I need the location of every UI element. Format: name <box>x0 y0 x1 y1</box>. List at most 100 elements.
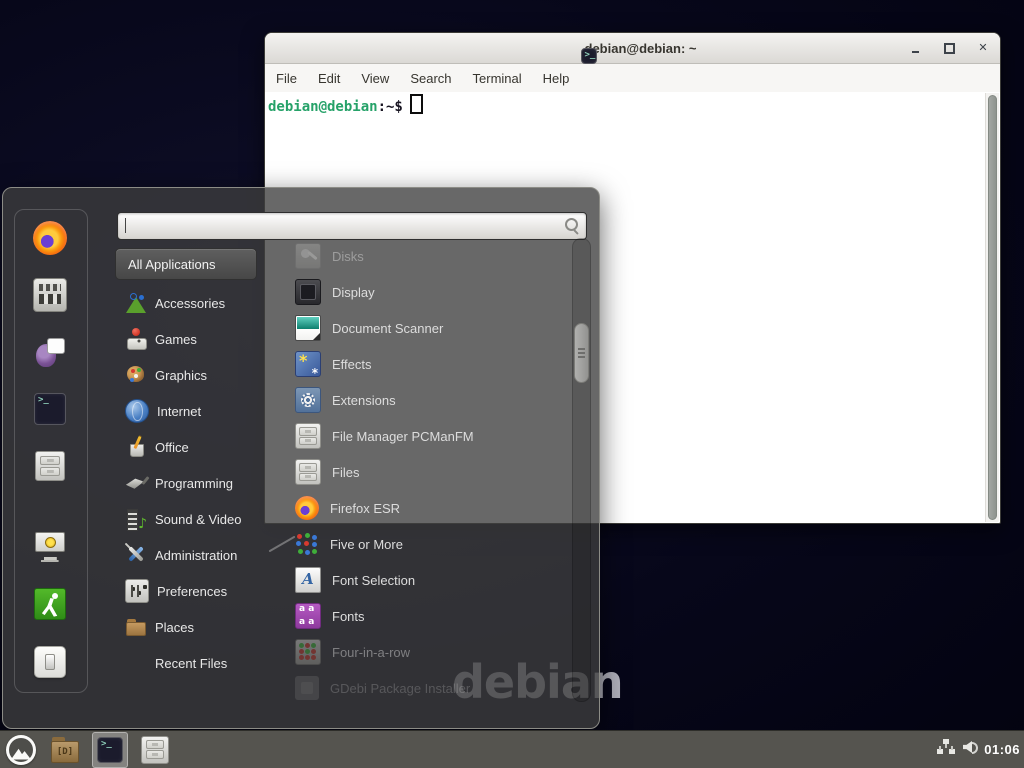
terminal-menu-edit[interactable]: Edit <box>318 71 340 86</box>
terminal-scrollbar-thumb[interactable] <box>988 95 997 520</box>
menu-category-all-applications[interactable]: All Applications <box>115 248 257 280</box>
cabinet-icon <box>295 459 321 485</box>
terminal-scrollbar[interactable] <box>985 93 999 522</box>
doc-scanner-icon <box>295 315 321 341</box>
extensions-icon <box>295 387 321 413</box>
keys-icon <box>33 278 67 312</box>
menu-category-office[interactable]: Office <box>115 429 277 465</box>
favorite-firefox-button[interactable] <box>32 220 68 256</box>
menu-search-input[interactable] <box>124 215 560 237</box>
menu-app-effects[interactable]: Effects <box>283 346 561 382</box>
application-label: Firefox ESR <box>330 501 400 516</box>
menu-app-fonts[interactable]: Fonts <box>283 598 561 634</box>
internet-icon <box>125 399 149 423</box>
application-label: Fonts <box>332 609 365 624</box>
menu-app-files[interactable]: Files <box>283 454 561 490</box>
graphics-icon <box>125 364 147 386</box>
tray-network-button[interactable] <box>937 739 955 760</box>
lock-screen-icon <box>34 530 66 562</box>
terminal-menu-search[interactable]: Search <box>410 71 451 86</box>
session-lock-screen-button[interactable] <box>32 528 68 564</box>
favorite-pidgin-button[interactable] <box>32 334 68 370</box>
taskbar-files-button[interactable] <box>138 733 172 767</box>
minimize-button[interactable] <box>908 40 922 56</box>
terminal-menubar: File Edit View Search Terminal Help <box>265 64 1000 92</box>
terminal-window-icon <box>581 48 597 64</box>
terminal-menu-file[interactable]: File <box>276 71 297 86</box>
cabinet-icon <box>141 736 169 764</box>
category-label: Games <box>155 332 197 347</box>
menu-category-games[interactable]: Games <box>115 321 277 357</box>
terminal-title: debian@debian: ~ <box>585 41 697 56</box>
tray-volume-button[interactable] <box>963 739 980 760</box>
disks-icon <box>295 243 321 269</box>
terminal-titlebar[interactable]: debian@debian: ~ ✕ <box>265 33 1000 64</box>
application-label: File Manager PCManFM <box>332 429 474 444</box>
menu-app-document-scanner[interactable]: Document Scanner <box>283 310 561 346</box>
terminal-dark-icon <box>34 393 66 425</box>
taskbar-menu-button[interactable] <box>4 733 38 767</box>
menu-app-gdebi-package-installer[interactable]: GDebi Package Installer <box>283 670 561 706</box>
menu-scrollbar-thumb[interactable] <box>574 323 589 383</box>
menu-app-firefox-esr[interactable]: Firefox ESR <box>283 490 561 526</box>
menu-app-disks[interactable]: Disks <box>283 238 561 274</box>
menu-scrollbar[interactable] <box>572 238 591 702</box>
menu-category-places[interactable]: Places <box>115 609 277 645</box>
menu-app-file-manager-pcmanfm[interactable]: File Manager PCManFM <box>283 418 561 454</box>
close-button[interactable]: ✕ <box>976 40 990 56</box>
menu-category-recent-files[interactable]: Recent Files <box>115 645 277 681</box>
category-label: All Applications <box>128 257 215 272</box>
log-out-icon <box>34 588 66 620</box>
menu-category-internet[interactable]: Internet <box>115 393 277 429</box>
terminal-menu-view[interactable]: View <box>361 71 389 86</box>
session-shut-down-button[interactable] <box>32 644 68 680</box>
category-icon-spacer <box>125 652 147 674</box>
sound-video-icon <box>125 508 147 530</box>
category-label: Recent Files <box>155 656 227 671</box>
taskbar-terminal-button[interactable] <box>92 732 128 768</box>
taskbar-launchers <box>0 732 172 768</box>
programming-icon <box>125 472 147 494</box>
network-icon <box>937 739 955 755</box>
application-label: Five or More <box>330 537 403 552</box>
administration-icon <box>125 544 147 566</box>
menu-search-box[interactable] <box>117 212 587 240</box>
menu-app-font-selection[interactable]: Font Selection <box>283 562 561 598</box>
close-icon: ✕ <box>978 43 987 54</box>
system-tray <box>937 739 980 760</box>
menu-app-display[interactable]: Display <box>283 274 561 310</box>
application-label: Effects <box>332 357 372 372</box>
menu-category-sound-video[interactable]: Sound & Video <box>115 501 277 537</box>
menu-category-graphics[interactable]: Graphics <box>115 357 277 393</box>
application-list: DisksDisplay Document Scanner Effects Exten… <box>283 238 561 706</box>
menu-app-extensions[interactable]: Extensions <box>283 382 561 418</box>
desktop[interactable]: debian debian@debian: ~ ✕ FileEditViewSe… <box>0 0 1024 768</box>
menu-category-accessories[interactable]: Accessories <box>115 285 277 321</box>
menu-category-preferences[interactable]: Preferences <box>115 573 277 609</box>
terminal-menu-help[interactable]: Help <box>543 71 570 86</box>
terminal-menu-terminal[interactable]: Terminal <box>473 71 522 86</box>
menu-category-programming[interactable]: Programming <box>115 465 277 501</box>
cabinet-icon <box>35 451 65 481</box>
favorite-keyboard-button[interactable] <box>32 277 68 313</box>
application-label: Document Scanner <box>332 321 443 336</box>
category-label: Accessories <box>155 296 225 311</box>
prompt-path: :~$ <box>378 99 403 115</box>
taskbar-file-manager-button[interactable] <box>48 733 82 767</box>
menu-app-four-in-a-row[interactable]: Four-in-a-row <box>283 634 561 670</box>
menu-app-five-or-more[interactable]: Five or More <box>283 526 561 562</box>
favorite-files-button[interactable] <box>32 448 68 484</box>
session-log-out-button[interactable] <box>32 586 68 622</box>
menu-logo-icon <box>6 735 36 765</box>
accessories-icon <box>125 292 147 314</box>
favorites-group <box>14 220 86 484</box>
application-menu: All Applications Accessories Games Graphics… <box>2 187 600 729</box>
menu-category-administration[interactable]: Administration <box>115 537 277 573</box>
games-icon <box>125 328 147 350</box>
application-label: Extensions <box>332 393 396 408</box>
category-label: Office <box>155 440 189 455</box>
favorite-terminal-button[interactable] <box>32 391 68 427</box>
category-label: Sound & Video <box>155 512 242 527</box>
maximize-button[interactable] <box>942 40 956 56</box>
taskbar-clock[interactable]: 01:06 <box>984 742 1020 757</box>
